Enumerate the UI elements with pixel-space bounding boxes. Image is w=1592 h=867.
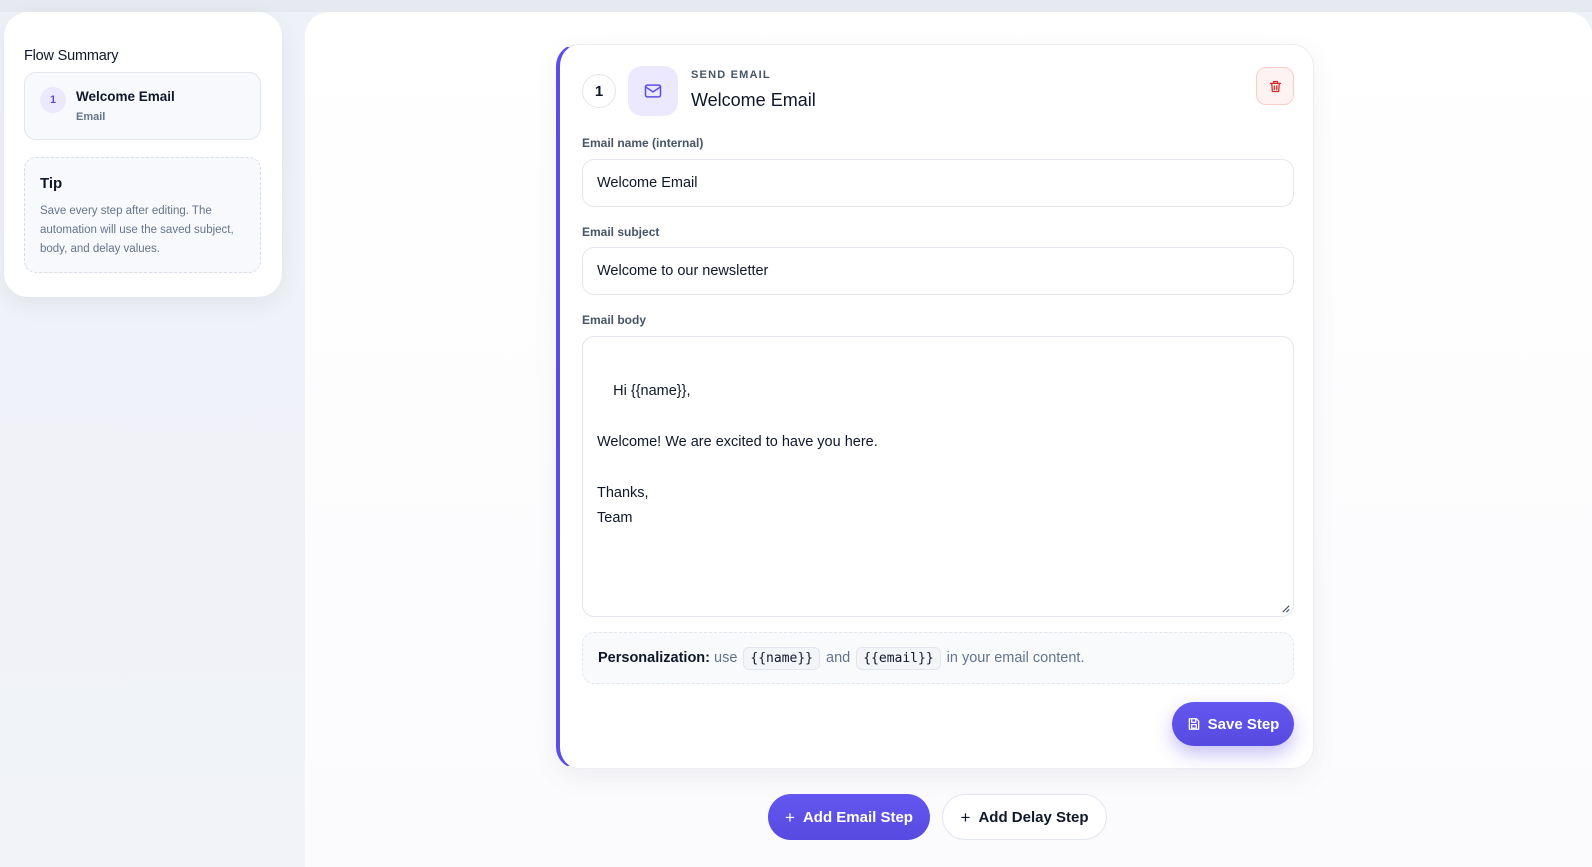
email-body-label: Email body (582, 313, 647, 327)
add-email-step-button[interactable]: + Add Email Step (768, 794, 930, 840)
email-body-text: Hi {{name}}, Welcome! We are excited to … (597, 382, 878, 527)
email-name-input[interactable]: Welcome Email (582, 159, 1294, 207)
save-step-button[interactable]: Save Step (1172, 702, 1294, 746)
summary-step-type: Email (76, 111, 106, 123)
email-token-chip: {{email}} (856, 646, 941, 670)
personalization-prefix: use (714, 650, 738, 666)
resize-handle-icon[interactable] (1281, 604, 1290, 613)
summary-item-welcome-email[interactable]: 1 Welcome Email Email (24, 72, 261, 140)
name-token-chip: {{name}} (743, 646, 821, 670)
step-kind-label: SEND EMAIL (691, 69, 771, 81)
personalization-hint: Personalization: use {{name}} and {{emai… (582, 632, 1294, 684)
mail-icon (628, 66, 678, 116)
summary-step-number: 1 (40, 87, 66, 113)
add-delay-step-button[interactable]: + Add Delay Step (942, 794, 1107, 840)
trash-icon (1269, 80, 1281, 92)
sidebar-title: Flow Summary (24, 48, 119, 64)
top-bar (0, 0, 1592, 12)
step-number-badge: 1 (582, 74, 616, 108)
email-step-card: 1 SEND EMAIL Welcome Email Email name (i… (556, 44, 1314, 769)
plus-icon: + (785, 807, 795, 827)
flow-summary-sidebar: Flow Summary 1 Welcome Email Email Tip S… (4, 12, 282, 297)
add-email-step-label: Add Email Step (802, 808, 913, 826)
tip-box: Tip Save every step after editing. The a… (24, 157, 261, 273)
plus-icon: + (960, 807, 971, 827)
email-body-textarea[interactable]: Hi {{name}}, Welcome! We are excited to … (582, 336, 1294, 617)
add-delay-step-label: Add Delay Step (978, 808, 1089, 826)
tip-title: Tip (40, 175, 63, 192)
save-icon (1188, 718, 1199, 730)
personalization-suffix: in your email content. (946, 650, 1085, 666)
email-name-label: Email name (internal) (582, 136, 704, 150)
tip-text: Save every step after editing. The autom… (40, 205, 234, 255)
personalization-label: Personalization: (598, 650, 710, 666)
delete-step-button[interactable] (1256, 67, 1294, 105)
save-step-label: Save Step (1207, 715, 1280, 733)
email-subject-input[interactable]: Welcome to our newsletter (582, 247, 1294, 295)
email-subject-label: Email subject (582, 225, 660, 239)
personalization-conjunction: and (826, 650, 851, 666)
summary-step-name: Welcome Email (76, 89, 175, 104)
step-title: Welcome Email (691, 90, 816, 110)
